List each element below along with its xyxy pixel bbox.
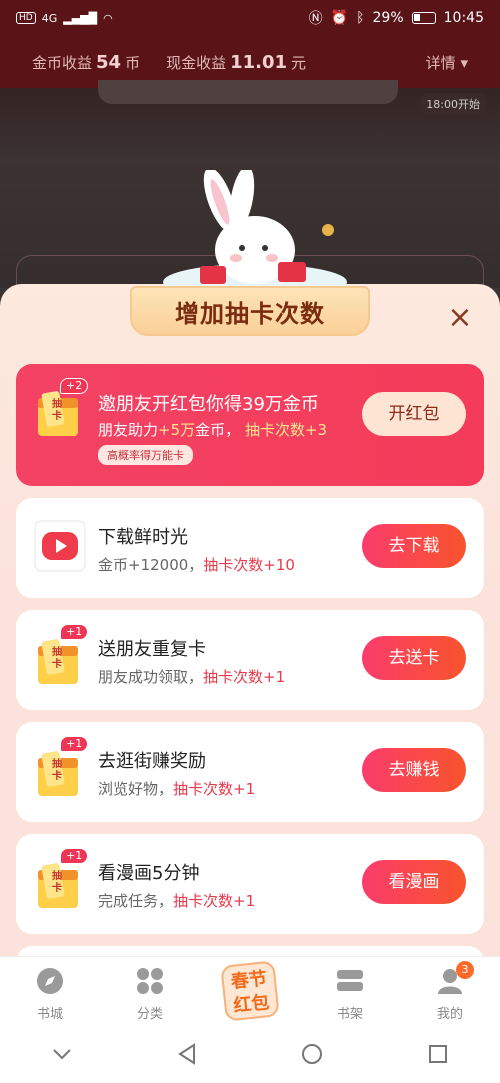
icon-char-a: 抽 <box>52 757 62 770</box>
task-title: 送朋友重复卡 <box>98 639 206 660</box>
task-card-invite: 抽 卡 +2 邀朋友开红包你得39万金币 朋友助力+5万金币， 抽卡次数+3 高… <box>16 364 484 486</box>
tab-bookstore[interactable]: 书城 <box>0 957 100 1024</box>
home-icon[interactable] <box>301 1043 323 1065</box>
start-time-badge: 18:00开始 <box>420 93 486 115</box>
earn-money-button[interactable]: 去赚钱 <box>362 748 466 792</box>
app-logo-icon <box>34 520 86 572</box>
cash-earnings-unit: 元 <box>291 53 307 72</box>
status-bar: HD 4G ▂▄▆█ ◠ Ⓝ ⏰ ᛒ 29% 10:45 <box>0 0 500 36</box>
task-sub-part: 金币+12000， <box>98 556 204 574</box>
background-pill <box>98 80 398 104</box>
compass-icon <box>37 968 63 994</box>
task-sub-reward: 抽卡次数+1 <box>203 668 286 686</box>
task-sub-part: 金币， <box>195 421 241 439</box>
icon-char-b: 卡 <box>52 409 62 422</box>
task-sub-reward: 抽卡次数+1 <box>173 780 256 798</box>
tab-label: 书城 <box>36 1007 63 1022</box>
task-tag: 高概率得万能卡 <box>98 445 193 465</box>
send-card-button[interactable]: 去送卡 <box>362 636 466 680</box>
grid-icon <box>137 968 163 994</box>
task-subtitle: 浏览好物，抽卡次数+1 <box>98 778 255 799</box>
plus-count-badge: +1 <box>60 848 89 864</box>
task-sub-reward: 抽卡次数+3 <box>244 421 328 439</box>
plus-count-badge: +1 <box>60 736 89 752</box>
plus-count-badge: +1 <box>60 624 89 640</box>
gift-box-icon: 抽 卡 <box>38 751 78 796</box>
system-nav-bar <box>0 1024 500 1083</box>
gift-box-icon: 抽 卡 <box>38 639 78 684</box>
chevron-down-icon[interactable] <box>52 1047 72 1061</box>
task-sub-part: 浏览好物， <box>98 780 174 798</box>
festival-icon: 春节 红包 <box>220 960 280 1022</box>
coin-earnings-label: 金币收益 <box>32 53 93 72</box>
battery-percent: 29% <box>372 10 404 26</box>
task-title: 下载鲜时光 <box>98 527 188 548</box>
task-sub-part: 完成任务， <box>98 892 174 910</box>
icon-char-a: 抽 <box>52 869 62 882</box>
task-sub-part: 朋友成功领取， <box>98 668 204 686</box>
task-sub-reward: 抽卡次数+1 <box>173 892 256 910</box>
bluetooth-icon: ᛒ <box>356 10 365 26</box>
task-title: 看漫画5分钟 <box>98 863 200 884</box>
festival-label-line2: 红包 <box>232 992 271 1017</box>
alarm-icon: ⏰ <box>330 10 349 26</box>
rabbit-mascot-icon <box>163 170 347 295</box>
gift-box-icon: 抽 卡 <box>38 863 78 908</box>
tab-label: 分类 <box>136 1007 163 1022</box>
task-card-shopping: 抽 卡 +1 去逛街赚奖励 浏览好物，抽卡次数+1 去赚钱 <box>16 722 484 822</box>
download-button[interactable]: 去下载 <box>362 524 466 568</box>
notification-badge: 3 <box>456 961 474 979</box>
shelf-icon <box>337 970 363 991</box>
tab-me[interactable]: 3 我的 <box>400 957 500 1024</box>
network-label: 4G <box>41 11 58 25</box>
task-card-send-card: 抽 卡 +1 送朋友重复卡 朋友成功领取，抽卡次数+1 去送卡 <box>16 610 484 710</box>
close-icon[interactable]: × <box>446 303 474 333</box>
task-sub-part: 朋友助力 <box>98 421 159 439</box>
task-subtitle: 金币+12000，抽卡次数+10 <box>98 554 295 575</box>
details-link[interactable]: 详情 ▾ <box>426 52 468 73</box>
plus-count-badge: +2 <box>60 378 89 394</box>
task-subtitle: 完成任务，抽卡次数+1 <box>98 890 255 911</box>
icon-char-b: 卡 <box>52 769 62 782</box>
tab-bookshelf[interactable]: 书架 <box>300 957 400 1024</box>
icon-char-b: 卡 <box>52 881 62 894</box>
coin-earnings-value: 54 <box>96 51 122 73</box>
read-comics-button[interactable]: 看漫画 <box>362 860 466 904</box>
back-icon[interactable] <box>177 1042 197 1065</box>
tab-festival-red-packet[interactable]: 春节 红包 <box>200 957 300 1024</box>
task-card-download: 下载鲜时光 金币+12000，抽卡次数+10 去下载 <box>16 498 484 598</box>
coin-earnings-unit: 币 <box>125 53 141 72</box>
cash-earnings-label: 现金收益 <box>166 53 227 72</box>
task-sub-reward: 抽卡次数+10 <box>203 556 295 574</box>
clock: 10:45 <box>443 10 484 26</box>
task-card-comics: 抽 卡 +1 看漫画5分钟 完成任务，抽卡次数+1 看漫画 <box>16 834 484 934</box>
tab-categories[interactable]: 分类 <box>100 957 200 1024</box>
tab-label: 我的 <box>436 1007 463 1022</box>
task-subtitle: 朋友助力+5万金币， 抽卡次数+3 <box>98 419 327 440</box>
task-title: 去逛街赚奖励 <box>98 751 206 772</box>
wifi-icon: ◠ <box>103 11 113 25</box>
task-sub-highlight: +5万 <box>158 421 196 439</box>
bottom-tab-bar: 书城 分类 春节 红包 书架 3 我的 <box>0 956 500 1024</box>
recents-icon[interactable] <box>428 1044 448 1064</box>
cash-earnings-value: 11.01 <box>230 51 288 73</box>
task-subtitle: 朋友成功领取，抽卡次数+1 <box>98 666 285 687</box>
task-title: 邀朋友开红包你得39万金币 <box>98 394 319 415</box>
icon-char-b: 卡 <box>52 657 62 670</box>
hd-icon: HD <box>16 12 36 24</box>
battery-icon <box>411 12 436 24</box>
sheet-title: 增加抽卡次数 <box>130 286 370 336</box>
open-red-packet-button[interactable]: 开红包 <box>362 392 466 436</box>
tab-label: 书架 <box>336 1007 363 1022</box>
icon-char-a: 抽 <box>52 397 62 410</box>
icon-char-a: 抽 <box>52 645 62 658</box>
details-label: 详情 <box>425 53 456 72</box>
signal-icon: ▂▄▆█ <box>63 11 98 25</box>
nfc-icon: Ⓝ <box>308 11 323 27</box>
